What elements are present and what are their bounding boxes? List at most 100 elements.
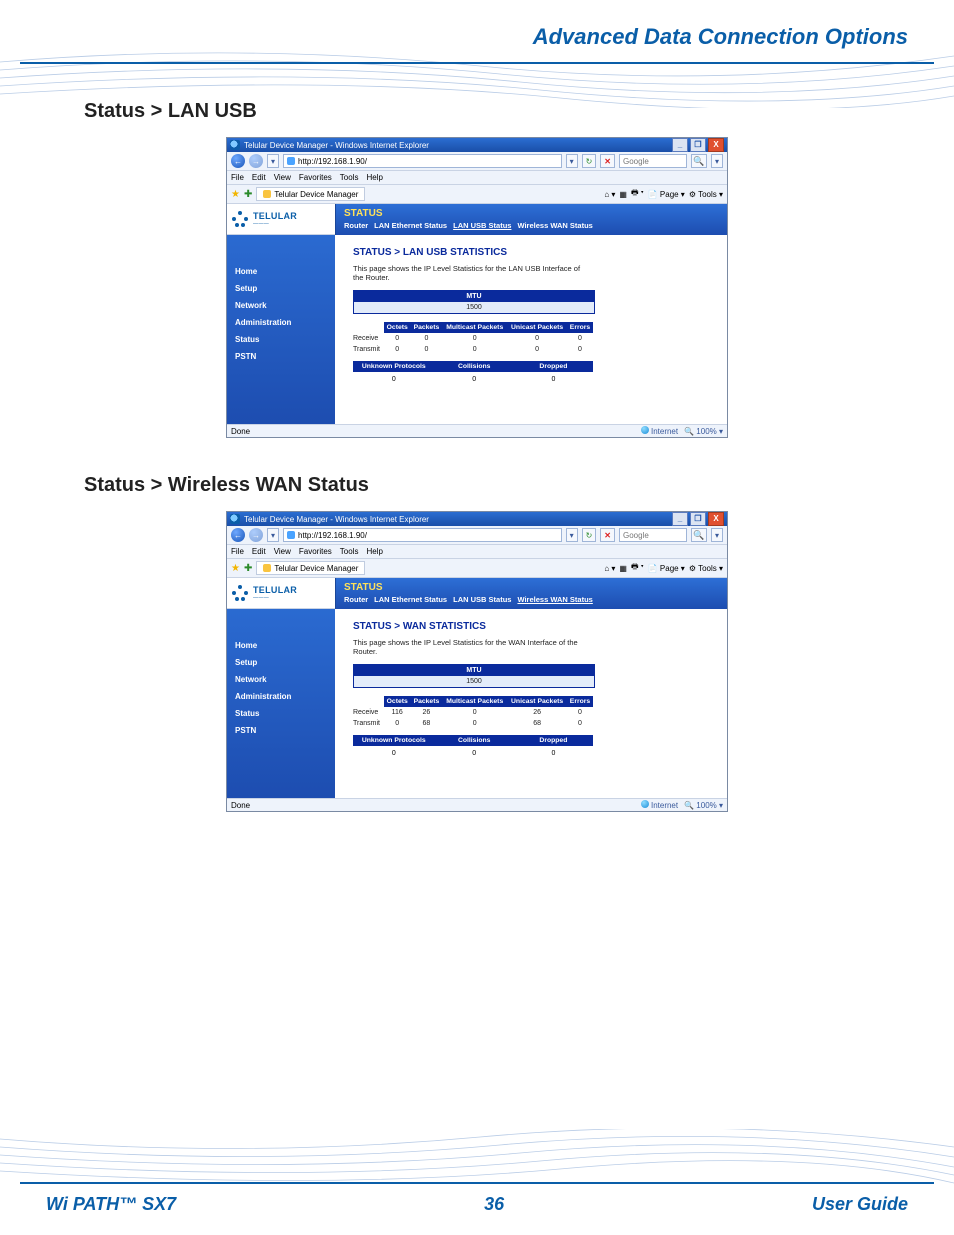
url-dropdown[interactable]: ▾ <box>566 528 578 542</box>
forward-button[interactable]: → <box>249 528 263 542</box>
menu-tools[interactable]: Tools <box>340 547 359 556</box>
router-main: STATUS Router LAN Ethernet Status LAN US… <box>335 204 727 424</box>
tab-favicon-icon <box>263 190 271 198</box>
stop-button[interactable]: ✕ <box>600 528 615 542</box>
search-go-button[interactable]: 🔍 <box>691 154 707 168</box>
page-header-title: Advanced Data Connection Options <box>20 10 934 56</box>
search-dropdown[interactable]: ▾ <box>711 528 723 542</box>
status-done: Done <box>231 427 250 436</box>
browser-tab[interactable]: Telular Device Manager <box>256 187 365 201</box>
sidebar-item-pstn[interactable]: PSTN <box>227 348 335 365</box>
menu-file[interactable]: File <box>231 547 244 556</box>
menu-favorites[interactable]: Favorites <box>299 173 332 182</box>
menu-file[interactable]: File <box>231 173 244 182</box>
row-transmit: Transmit 0 0 0 0 0 <box>353 344 593 355</box>
status-zone: Internet <box>651 427 678 436</box>
address-bar[interactable]: http://192.168.1.90/ <box>283 528 562 542</box>
window-maximize-button[interactable]: ❐ <box>690 512 706 526</box>
col-packets: Packets <box>411 322 443 333</box>
page-band: STATUS Router LAN Ethernet Status LAN US… <box>335 578 727 609</box>
cmd-feeds[interactable]: ▦ <box>619 564 627 573</box>
col-dropped: Dropped <box>514 361 593 372</box>
col-unknown: Unknown Protocols <box>353 735 435 746</box>
ie-icon <box>230 140 240 150</box>
window-minimize-button[interactable]: _ <box>672 512 688 526</box>
search-dropdown[interactable]: ▾ <box>711 154 723 168</box>
refresh-button[interactable]: ↻ <box>582 528 597 542</box>
menu-tools[interactable]: Tools <box>340 173 359 182</box>
address-bar[interactable]: http://192.168.1.90/ <box>283 154 562 168</box>
sidebar-item-home[interactable]: Home <box>227 637 335 654</box>
favorites-star-icon[interactable]: ★ <box>231 563 240 574</box>
sidebar-item-setup[interactable]: Setup <box>227 654 335 671</box>
sidebar-item-network[interactable]: Network <box>227 297 335 314</box>
back-button[interactable]: ← <box>231 154 245 168</box>
nav-dropdown[interactable]: ▾ <box>267 154 279 168</box>
search-go-button[interactable]: 🔍 <box>691 528 707 542</box>
subtab-lan-usb[interactable]: LAN USB Status <box>453 595 511 604</box>
subtab-lan-usb[interactable]: LAN USB Status <box>453 221 511 230</box>
window-close-button[interactable]: X <box>708 138 724 152</box>
sidebar-item-administration[interactable]: Administration <box>227 688 335 705</box>
sidebar-item-home[interactable]: Home <box>227 263 335 280</box>
status-zoom[interactable]: 🔍 100% ▾ <box>684 427 723 436</box>
col-octets: Octets <box>384 322 411 333</box>
sidebar-item-setup[interactable]: Setup <box>227 280 335 297</box>
cmd-print[interactable]: 🖶 ▾ <box>631 561 644 575</box>
subtab-lan-eth[interactable]: LAN Ethernet Status <box>374 595 447 604</box>
col-dropped: Dropped <box>514 735 593 746</box>
browser-tab[interactable]: Telular Device Manager <box>256 561 365 575</box>
window-titlebar: Telular Device Manager - Windows Interne… <box>227 138 727 152</box>
decorative-lines-bottom <box>0 1129 954 1185</box>
page-band: STATUS Router LAN Ethernet Status LAN US… <box>335 204 727 235</box>
brand-subtext: ——— <box>253 221 297 227</box>
menu-edit[interactable]: Edit <box>252 547 266 556</box>
window-close-button[interactable]: X <box>708 512 724 526</box>
sidebar-item-administration[interactable]: Administration <box>227 314 335 331</box>
menu-help[interactable]: Help <box>366 173 382 182</box>
menu-view[interactable]: View <box>274 173 291 182</box>
section-heading-wwan: Status > Wireless WAN Status <box>84 474 870 497</box>
menu-edit[interactable]: Edit <box>252 173 266 182</box>
add-favorite-icon[interactable]: ✚ <box>244 189 252 200</box>
cmd-print[interactable]: 🖶 ▾ <box>631 187 644 201</box>
add-favorite-icon[interactable]: ✚ <box>244 563 252 574</box>
search-box[interactable]: Google <box>619 528 687 542</box>
status-zoom[interactable]: 🔍 100% ▾ <box>684 801 723 810</box>
favorites-star-icon[interactable]: ★ <box>231 189 240 200</box>
refresh-button[interactable]: ↻ <box>582 154 597 168</box>
subtab-lan-eth[interactable]: LAN Ethernet Status <box>374 221 447 230</box>
forward-button[interactable]: → <box>249 154 263 168</box>
subtab-wwan[interactable]: Wireless WAN Status <box>517 221 592 230</box>
stop-button[interactable]: ✕ <box>600 154 615 168</box>
cmd-page[interactable]: 📄 Page ▾ <box>648 190 685 199</box>
subtab-wwan[interactable]: Wireless WAN Status <box>517 595 592 604</box>
band-title: STATUS <box>336 578 727 595</box>
back-button[interactable]: ← <box>231 528 245 542</box>
cmd-home[interactable]: ⌂ ▾ <box>604 564 615 573</box>
panel-desc: This page shows the IP Level Statistics … <box>353 638 583 656</box>
sidebar-item-pstn[interactable]: PSTN <box>227 722 335 739</box>
sidebar-item-status[interactable]: Status <box>227 331 335 348</box>
cmd-home[interactable]: ⌂ ▾ <box>604 190 615 199</box>
cmd-page[interactable]: 📄 Page ▾ <box>648 564 685 573</box>
cmd-tools[interactable]: ⚙ Tools ▾ <box>689 564 723 573</box>
mtu-table: MTU 1500 <box>353 290 595 314</box>
brand-name: TELULAR <box>253 585 297 595</box>
nav-dropdown[interactable]: ▾ <box>267 528 279 542</box>
url-dropdown[interactable]: ▾ <box>566 154 578 168</box>
subtab-router[interactable]: Router <box>344 221 368 230</box>
subtab-router[interactable]: Router <box>344 595 368 604</box>
sidebar-item-status[interactable]: Status <box>227 705 335 722</box>
menu-help[interactable]: Help <box>366 547 382 556</box>
window-maximize-button[interactable]: ❐ <box>690 138 706 152</box>
address-bar-text: http://192.168.1.90/ <box>298 531 367 540</box>
screenshot-ie-lan-usb: Telular Device Manager - Windows Interne… <box>226 137 728 438</box>
cmd-feeds[interactable]: ▦ <box>619 190 627 199</box>
menu-view[interactable]: View <box>274 547 291 556</box>
sidebar-item-network[interactable]: Network <box>227 671 335 688</box>
cmd-tools[interactable]: ⚙ Tools ▾ <box>689 190 723 199</box>
menu-favorites[interactable]: Favorites <box>299 547 332 556</box>
window-minimize-button[interactable]: _ <box>672 138 688 152</box>
search-box[interactable]: Google <box>619 154 687 168</box>
